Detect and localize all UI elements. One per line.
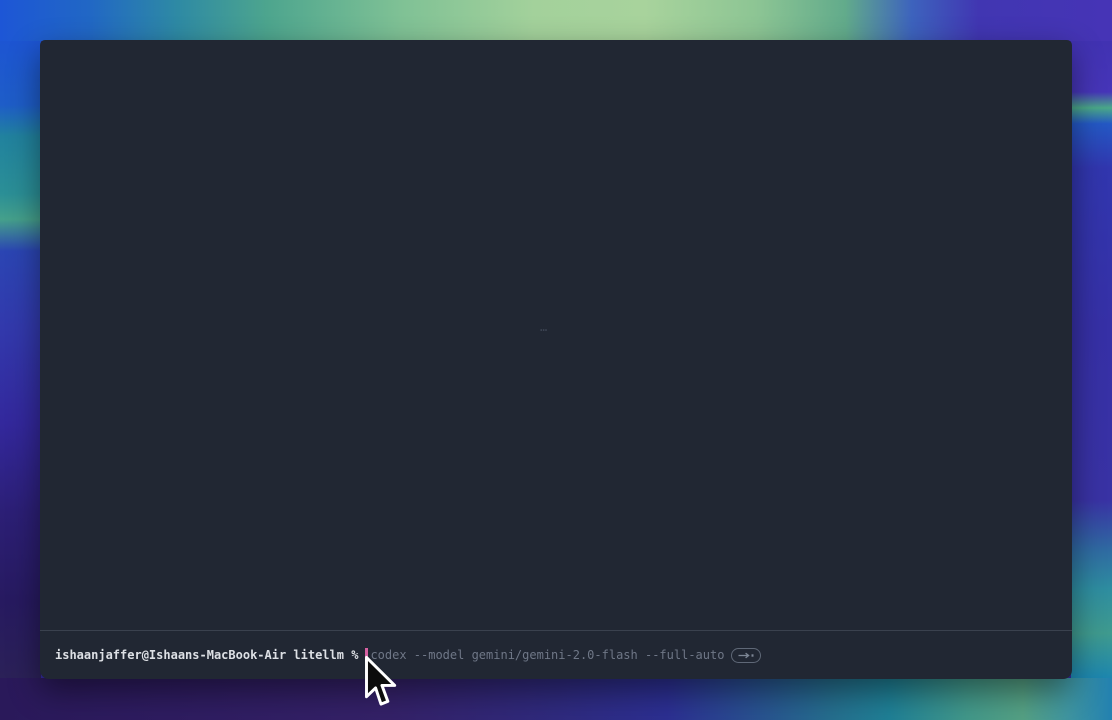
terminal-output-area[interactable]: …	[40, 40, 1072, 630]
wallpaper-right-band	[1071, 41, 1112, 678]
wallpaper-left-band	[0, 41, 41, 678]
terminal-window[interactable]: … ishaanjaffer@Ishaans-MacBook-Air litel…	[40, 40, 1072, 679]
loading-ellipsis: …	[540, 320, 549, 334]
wallpaper-bottom-band	[0, 678, 1112, 720]
accept-suggestion-hint	[731, 648, 761, 663]
desktop: … ishaanjaffer@Ishaans-MacBook-Air litel…	[0, 0, 1112, 720]
text-cursor	[365, 648, 368, 662]
tab-arrow-icon	[737, 651, 755, 660]
command-autosuggestion: codex --model gemini/gemini-2.0-flash --…	[370, 648, 724, 662]
command-input-line[interactable]: ishaanjaffer@Ishaans-MacBook-Air litellm…	[40, 631, 1072, 679]
wallpaper-top-band	[0, 0, 1112, 41]
shell-prompt: ishaanjaffer@Ishaans-MacBook-Air litellm…	[55, 648, 358, 662]
